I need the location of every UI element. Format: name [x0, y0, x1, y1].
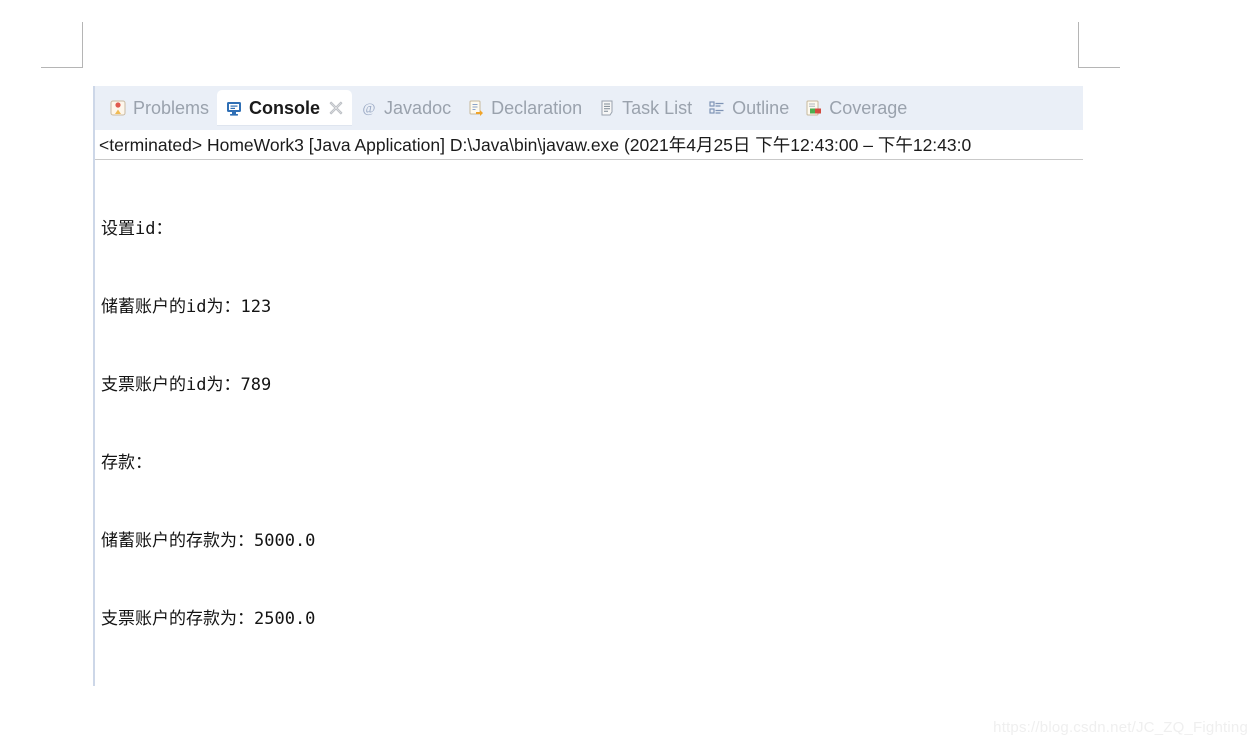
tab-console[interactable]: Console: [217, 90, 353, 126]
tab-outline-label: Outline: [732, 98, 790, 118]
console-view-panel: Problems Console @ Javadoc Declaration T…: [93, 86, 1083, 686]
console-icon: [225, 99, 243, 117]
tab-declaration[interactable]: Declaration: [459, 90, 590, 126]
tab-javadoc[interactable]: @ Javadoc: [352, 90, 459, 126]
declaration-icon: [467, 99, 485, 117]
tab-declaration-label: Declaration: [491, 98, 583, 118]
problems-icon: [109, 99, 127, 117]
console-output[interactable]: 设置id： 储蓄账户的id为：123 支票账户的id为：789 存款： 储蓄账户…: [95, 160, 1083, 686]
output-line: 储蓄账户的存款为：5000.0: [101, 531, 316, 551]
close-icon[interactable]: [328, 100, 344, 116]
process-header-text: <terminated> HomeWork3 [Java Application…: [99, 135, 972, 155]
crop-mark-top-right: [1078, 22, 1120, 68]
output-line: 储蓄账户的id为：123: [101, 297, 272, 317]
tab-task-list-label: Task List: [622, 98, 693, 118]
crop-mark-top-left: [41, 22, 83, 68]
tab-outline[interactable]: Outline: [700, 90, 797, 126]
output-line: 支票账户的id为：789: [101, 375, 272, 395]
javadoc-icon: @: [360, 99, 378, 117]
svg-text:@: @: [363, 102, 376, 117]
task-list-icon: [598, 99, 616, 117]
process-header-line: <terminated> HomeWork3 [Java Application…: [95, 130, 1083, 160]
output-line: 设置id：: [101, 219, 173, 239]
tab-coverage[interactable]: Coverage: [797, 90, 915, 126]
output-line: 支票账户的存款为：2500.0: [101, 609, 316, 629]
tab-task-list[interactable]: Task List: [590, 90, 700, 126]
output-line: 存款：: [101, 453, 152, 473]
tab-problems-label: Problems: [133, 98, 210, 118]
tab-console-label: Console: [249, 98, 321, 118]
watermark: https://blog.csdn.net/JC_ZQ_Fighting: [993, 719, 1248, 736]
outline-icon: [708, 99, 726, 117]
view-tab-strip: Problems Console @ Javadoc Declaration T…: [95, 86, 1083, 130]
tab-coverage-label: Coverage: [829, 98, 908, 118]
tab-javadoc-label: Javadoc: [384, 98, 452, 118]
tab-problems[interactable]: Problems: [101, 90, 217, 126]
output-line: 储蓄账户的月利率为：0.0275: [101, 684, 1083, 686]
coverage-icon: [805, 99, 823, 117]
